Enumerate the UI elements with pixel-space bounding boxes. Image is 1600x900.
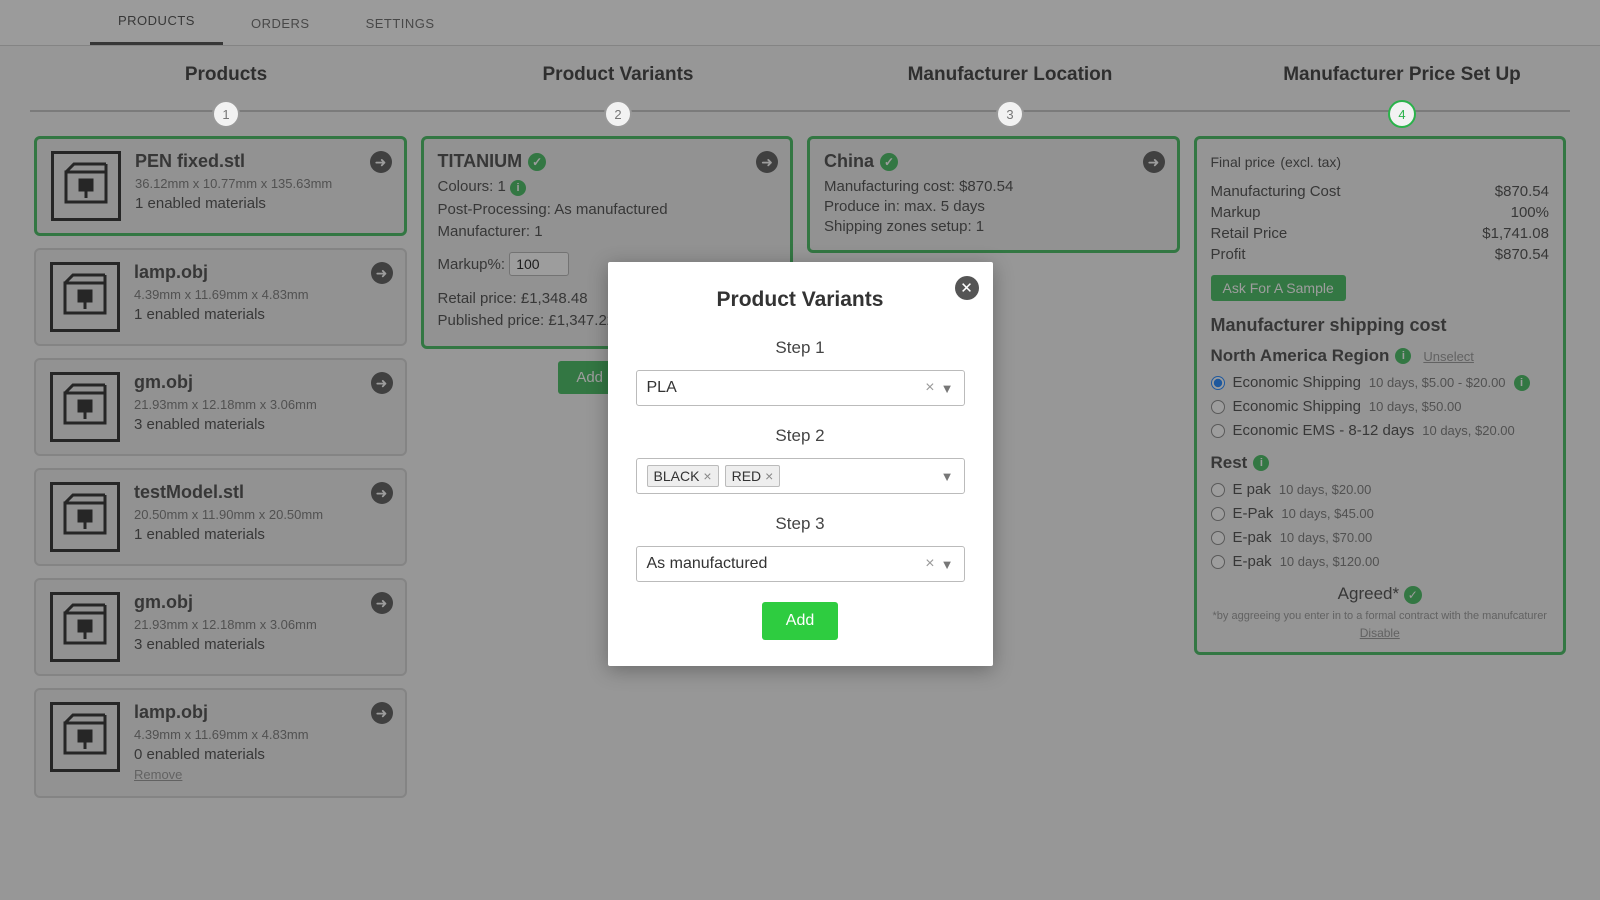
- step-1-circle: 1: [212, 100, 240, 128]
- material-value: PLA: [647, 379, 677, 397]
- postprocess-value: As manufactured: [647, 555, 768, 573]
- chevron-down-icon[interactable]: ▼: [941, 381, 954, 396]
- step-3-circle: 3: [996, 100, 1024, 128]
- chip-remove-icon[interactable]: ×: [765, 468, 773, 484]
- material-select[interactable]: PLA ×▼: [636, 370, 965, 406]
- close-icon[interactable]: ✕: [955, 276, 979, 300]
- chip-remove-icon[interactable]: ×: [703, 468, 711, 484]
- modal-title: Product Variants: [636, 288, 965, 312]
- clear-icon[interactable]: ×: [919, 379, 940, 397]
- postprocess-select[interactable]: As manufactured ×▼: [636, 546, 965, 582]
- colour-chip[interactable]: BLACK ×: [647, 465, 719, 487]
- colour-select[interactable]: BLACK × RED × ▼: [636, 458, 965, 494]
- modal-step3-label: Step 3: [636, 514, 965, 534]
- chevron-down-icon[interactable]: ▼: [941, 469, 954, 484]
- modal-step2-label: Step 2: [636, 426, 965, 446]
- colour-chip[interactable]: RED ×: [725, 465, 781, 487]
- chevron-down-icon[interactable]: ▼: [941, 557, 954, 572]
- clear-icon[interactable]: ×: [919, 555, 940, 573]
- modal-step1-label: Step 1: [636, 338, 965, 358]
- add-button[interactable]: Add: [762, 602, 838, 640]
- modal-overlay: ✕ Product Variants Step 1 PLA ×▼ Step 2 …: [0, 0, 1600, 900]
- product-variants-modal: ✕ Product Variants Step 1 PLA ×▼ Step 2 …: [608, 262, 993, 666]
- step-2-circle: 2: [604, 100, 632, 128]
- step-4-circle: 4: [1388, 100, 1416, 128]
